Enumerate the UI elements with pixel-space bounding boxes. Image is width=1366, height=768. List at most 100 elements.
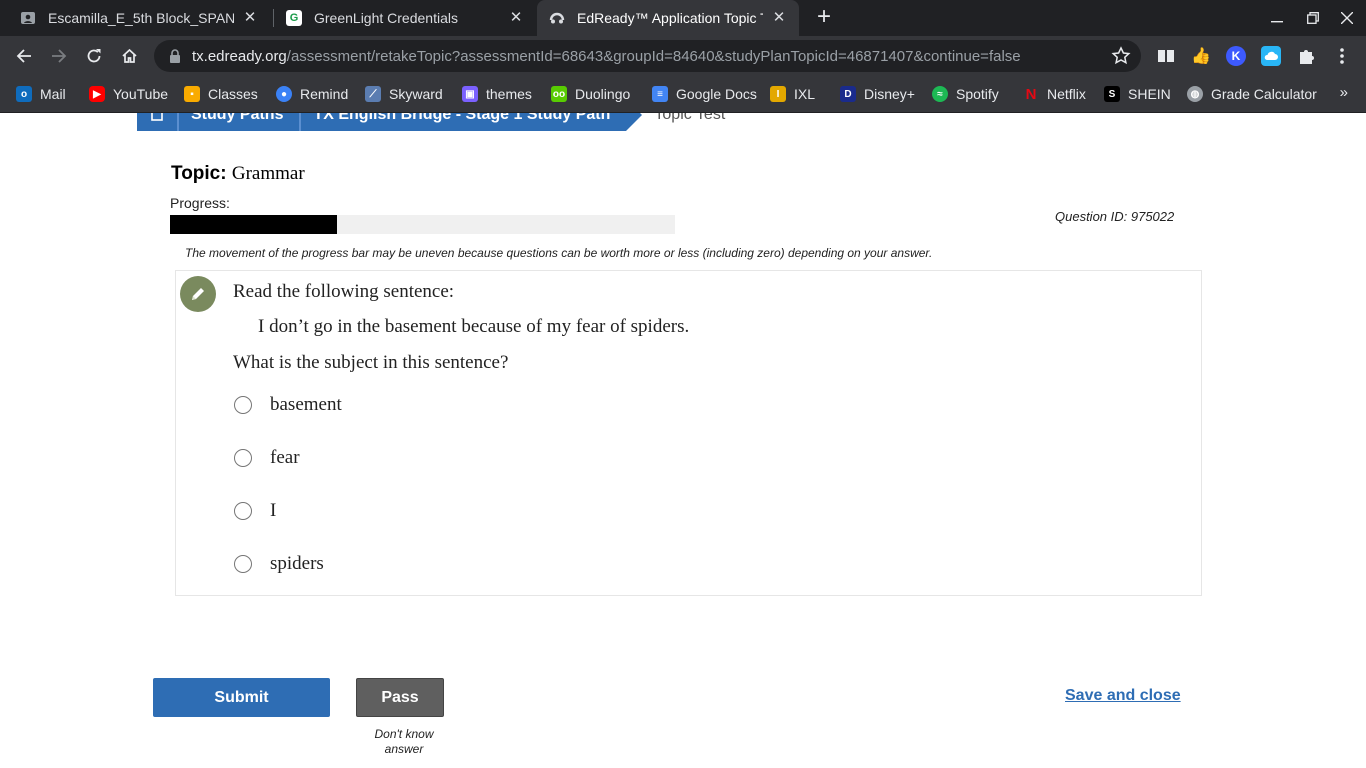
answer-radio[interactable] bbox=[234, 502, 252, 520]
browser-tab-strip: Escamilla_E_5th Block_SPAN 1 1 ✕ G Green… bbox=[0, 0, 1366, 36]
bookmark-duolingo[interactable]: oo Duolingo bbox=[551, 85, 630, 103]
tab-classroom[interactable]: Escamilla_E_5th Block_SPAN 1 1 ✕ bbox=[8, 0, 270, 36]
cloud-extension-icon[interactable] bbox=[1261, 46, 1281, 66]
bookmark-google-docs[interactable]: ≡ Google Docs bbox=[652, 85, 757, 103]
forward-icon[interactable] bbox=[45, 42, 73, 70]
url-host: tx.edready.org bbox=[192, 47, 287, 65]
bookmark-label: Classes bbox=[208, 86, 258, 102]
breadcrumb-study-path[interactable]: TX English Bridge - Stage 1 Study Path bbox=[299, 113, 643, 131]
close-icon[interactable]: ✕ bbox=[771, 10, 787, 26]
menu-kebab-icon[interactable] bbox=[1332, 46, 1352, 66]
home-crumb-icon[interactable] bbox=[137, 113, 177, 131]
kami-extension-icon[interactable]: K bbox=[1226, 46, 1246, 66]
pencil-icon bbox=[180, 276, 216, 312]
bookmark-skyward[interactable]: ⟋ Skyward bbox=[365, 85, 443, 103]
bookmark-label: Skyward bbox=[389, 86, 443, 102]
bookmark-netflix[interactable]: N Netflix bbox=[1023, 85, 1086, 103]
extensions-puzzle-icon[interactable] bbox=[1296, 46, 1316, 66]
answer-choice[interactable]: I bbox=[233, 496, 276, 526]
minimize-icon[interactable] bbox=[1260, 0, 1294, 36]
home-icon[interactable] bbox=[115, 42, 143, 70]
bookmark-label: Grade Calculator bbox=[1211, 86, 1317, 102]
question-intro: Read the following sentence: bbox=[233, 281, 455, 302]
bookmark-label: YouTube bbox=[113, 86, 169, 102]
url-path: /assessment/retakeTopic?assessmentId=686… bbox=[286, 47, 1021, 65]
question-prompt: What is the subject in this sentence? bbox=[233, 352, 509, 373]
answer-radio[interactable] bbox=[234, 449, 252, 467]
restore-icon[interactable] bbox=[1296, 0, 1330, 36]
tab-title: EdReady™ Application Topic Test bbox=[577, 10, 763, 26]
classroom-icon bbox=[20, 10, 36, 26]
answer-label[interactable]: basement bbox=[270, 394, 342, 416]
close-icon[interactable]: ✕ bbox=[508, 10, 524, 26]
reading-list-icon[interactable] bbox=[1156, 46, 1176, 66]
bookmark-label: Netflix bbox=[1047, 86, 1086, 102]
edready-icon bbox=[549, 10, 565, 26]
close-icon[interactable]: ✕ bbox=[242, 10, 258, 26]
breadcrumb-study-paths[interactable]: Study Paths bbox=[177, 113, 300, 131]
answer-choice[interactable]: fear bbox=[233, 443, 300, 473]
reload-icon[interactable] bbox=[80, 42, 108, 70]
topic-label: Topic: bbox=[171, 163, 227, 184]
youtube-icon: ▶ bbox=[89, 86, 105, 102]
progress-label: Progress: bbox=[170, 195, 230, 211]
bookmark-star-icon[interactable] bbox=[1111, 46, 1131, 66]
back-icon[interactable] bbox=[10, 42, 38, 70]
answer-radio[interactable] bbox=[234, 396, 252, 414]
address-bar[interactable]: tx.edready.org/assessment/retakeTopic?as… bbox=[154, 40, 1141, 72]
bookmark-label: Mail bbox=[40, 86, 66, 102]
answer-choice[interactable]: spiders bbox=[233, 549, 324, 579]
greenlight-icon: G bbox=[286, 10, 302, 26]
progress-note: The movement of the progress bar may be … bbox=[185, 246, 933, 260]
new-tab-icon[interactable]: + bbox=[812, 5, 836, 30]
save-and-close-link[interactable]: Save and close bbox=[1065, 687, 1181, 705]
bookmarks-bar: o Mail ▶ YouTube ▪ Classes ● Remind ⟋ Skyward… bbox=[0, 76, 1366, 113]
answer-choice[interactable]: basement bbox=[233, 390, 342, 420]
spotify-icon: ≈ bbox=[932, 86, 948, 102]
question-sentence: I don’t go in the basement because of my… bbox=[258, 316, 690, 337]
lock-icon[interactable] bbox=[168, 48, 182, 64]
answer-label[interactable]: I bbox=[270, 500, 276, 522]
themes-icon: ▣ bbox=[462, 86, 478, 102]
bookmark-label: Google Docs bbox=[676, 86, 757, 102]
disney-icon: D bbox=[840, 86, 856, 102]
bookmark-mail[interactable]: o Mail bbox=[16, 85, 66, 103]
bookmark-label: Duolingo bbox=[575, 86, 631, 102]
shein-icon: S bbox=[1104, 86, 1120, 102]
bookmark-themes[interactable]: ▣ themes bbox=[462, 85, 532, 103]
bookmark-label: Disney+ bbox=[864, 86, 915, 102]
bookmark-grade-calculator[interactable]: ◍ Grade Calculator bbox=[1187, 85, 1317, 103]
bookmark-label: themes bbox=[486, 86, 532, 102]
hand-extension-icon[interactable]: 👍 bbox=[1191, 46, 1211, 66]
bookmark-classes[interactable]: ▪ Classes bbox=[184, 85, 258, 103]
answer-radio[interactable] bbox=[234, 555, 252, 573]
submit-button[interactable]: Submit bbox=[153, 678, 330, 717]
bookmark-disney-plus[interactable]: D Disney+ bbox=[840, 85, 915, 103]
netflix-icon: N bbox=[1025, 85, 1037, 103]
bookmark-youtube[interactable]: ▶ YouTube bbox=[89, 85, 168, 103]
bookmark-ixl[interactable]: I IXL bbox=[770, 85, 815, 103]
bookmark-remind[interactable]: ● Remind bbox=[276, 85, 348, 103]
tab-edready[interactable]: EdReady™ Application Topic Test ✕ bbox=[537, 0, 799, 36]
duolingo-icon: oo bbox=[551, 86, 567, 102]
bookmark-shein[interactable]: S SHEIN bbox=[1104, 85, 1171, 103]
tab-title: Escamilla_E_5th Block_SPAN 1 1 bbox=[48, 10, 234, 26]
bookmark-spotify[interactable]: ≈ Spotify bbox=[932, 85, 999, 103]
progress-bar bbox=[170, 215, 675, 234]
browser-toolbar: tx.edready.org/assessment/retakeTopic?as… bbox=[0, 36, 1366, 76]
bookmark-label: Remind bbox=[300, 86, 349, 102]
topic-value: Grammar bbox=[231, 163, 305, 184]
bookmark-label: IXL bbox=[794, 86, 816, 102]
pass-button[interactable]: Pass bbox=[356, 678, 444, 717]
globe-icon: ◍ bbox=[1187, 86, 1203, 102]
outlook-icon: o bbox=[16, 86, 32, 102]
answer-label[interactable]: spiders bbox=[270, 553, 324, 575]
question-id: Question ID: 975022 bbox=[1055, 209, 1175, 224]
bookmark-label: Spotify bbox=[956, 86, 999, 102]
window-close-icon[interactable] bbox=[1330, 0, 1364, 36]
tab-greenlight[interactable]: G GreenLight Credentials ✕ bbox=[274, 0, 536, 36]
tab-title: GreenLight Credentials bbox=[314, 10, 458, 26]
answer-label[interactable]: fear bbox=[270, 447, 300, 469]
bookmarks-overflow-icon[interactable]: » bbox=[1340, 84, 1348, 101]
url-text[interactable]: tx.edready.org/assessment/retakeTopic?as… bbox=[192, 48, 1021, 65]
